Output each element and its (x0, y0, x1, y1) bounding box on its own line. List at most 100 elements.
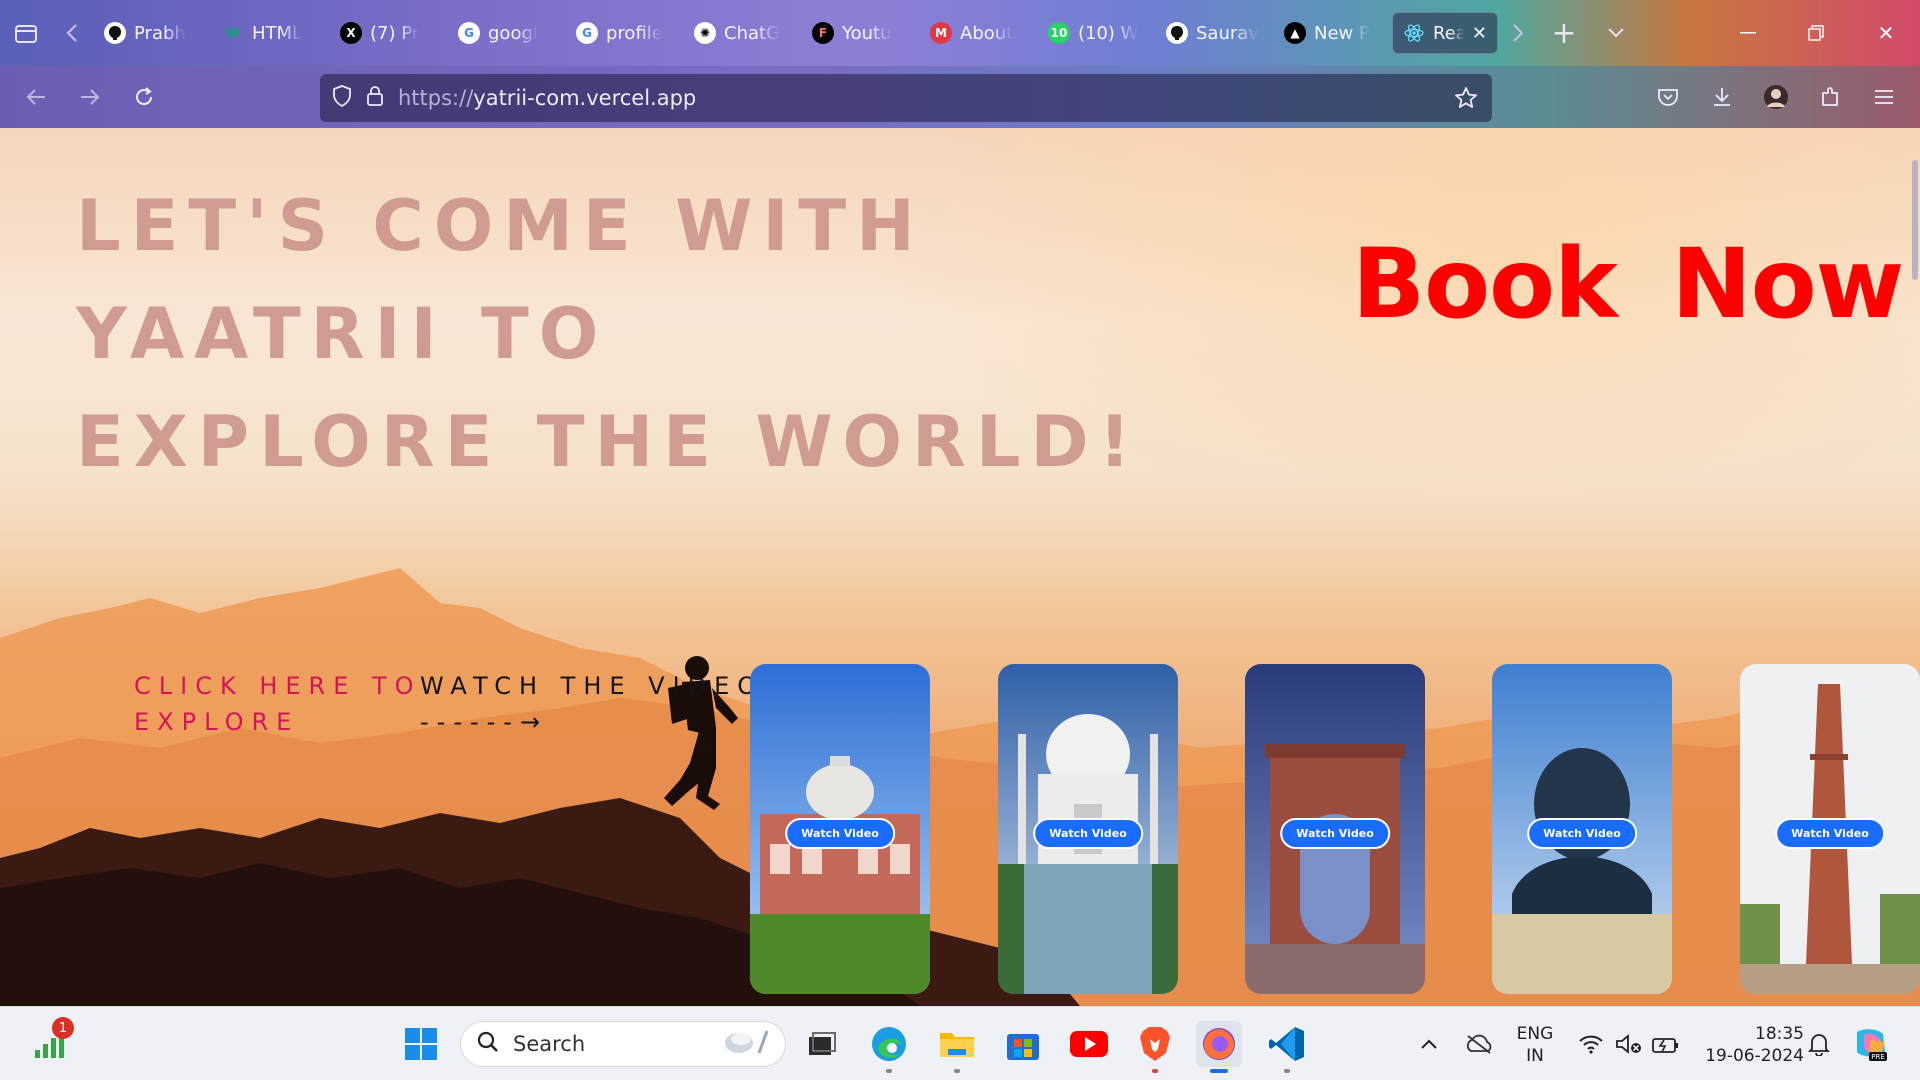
url-text[interactable]: https://yatrii-com.vercel.app (398, 86, 696, 110)
tab-label: googl (488, 22, 538, 44)
book-now-button[interactable]: Book Now (1352, 228, 1904, 340)
app-menu-icon[interactable] (1864, 77, 1904, 117)
watch-video-button[interactable]: Watch Video (785, 818, 895, 849)
copilot-icon[interactable]: PRE (1848, 1021, 1894, 1067)
tab-11[interactable]: ▲ New P (1274, 12, 1390, 54)
tab-9[interactable]: 10 (10) W (1038, 12, 1154, 54)
bookmark-star-icon[interactable] (1454, 86, 1478, 114)
react-icon (1403, 22, 1425, 44)
webpage: LET'S COME WITH YAATRII TO EXPLORE THE W… (0, 128, 1920, 1006)
search-icon (477, 1031, 499, 1058)
arrow-icon: ------→ (420, 708, 549, 736)
w3schools-icon: W (226, 26, 240, 40)
tab-label: (7) Pr (370, 22, 420, 44)
vercel-icon: ▲ (1284, 22, 1306, 44)
tab-label: (10) W (1078, 22, 1139, 44)
watch-video-button[interactable]: Watch Video (1775, 818, 1885, 849)
tracking-shield-icon[interactable] (332, 85, 352, 111)
card-adiyogi[interactable]: Watch Video (1492, 664, 1672, 994)
svg-text:PRE: PRE (1871, 1053, 1885, 1061)
tab-active[interactable]: Rea ✕ (1392, 12, 1498, 54)
google-icon: G (458, 22, 480, 44)
clock-date: 19-06-2024 (1705, 1046, 1804, 1066)
onedrive-icon[interactable] (1456, 1021, 1502, 1067)
google-icon: G (576, 22, 598, 44)
account-avatar-icon[interactable] (1756, 77, 1796, 117)
tab-8[interactable]: M About (920, 12, 1036, 54)
card-humayun-tomb[interactable]: Watch Video (750, 664, 930, 994)
firefox-icon[interactable] (1196, 1021, 1242, 1073)
page-scrollbar[interactable] (1912, 160, 1918, 280)
tab-5[interactable]: Gprofile (566, 12, 682, 54)
card-qutub-minar[interactable]: Watch Video (1740, 664, 1920, 994)
new-tab-icon[interactable]: + (1538, 0, 1590, 66)
close-window-icon[interactable]: ✕ (1852, 0, 1920, 66)
downloads-icon[interactable] (1702, 77, 1742, 117)
hero-line-3: EXPLORE THE WORLD! (76, 401, 1141, 483)
notifications-bell-icon[interactable] (1796, 1021, 1842, 1067)
network-widget-icon[interactable]: 1 (26, 1017, 74, 1067)
taskbar-search-box[interactable]: Search (460, 1021, 786, 1067)
tab-scroll-left-icon[interactable] (52, 0, 92, 66)
tab-overview-icon[interactable] (0, 0, 52, 66)
clock-time: 18:35 (1755, 1024, 1804, 1044)
click-to-explore-link[interactable]: CLICK HERE TO EXPLORE (134, 668, 424, 740)
tab-10[interactable]: Saurav (1156, 12, 1272, 54)
pocket-icon[interactable] (1648, 77, 1688, 117)
hero-line-1: LET'S COME WITH (76, 185, 925, 267)
show-hidden-icons-chevron[interactable] (1406, 1021, 1452, 1067)
figma-icon: F (812, 22, 834, 44)
card-taj-mahal[interactable]: Watch Video (998, 664, 1178, 994)
tab-scroll-right-icon[interactable] (1498, 0, 1538, 66)
watch-video-cta[interactable]: WATCH THE VIDEO ------→ (420, 668, 764, 740)
minimize-icon[interactable] (1714, 0, 1782, 66)
tab-label: About (960, 22, 1014, 44)
tab-label: Prabh (134, 22, 186, 44)
lock-icon[interactable] (366, 85, 384, 111)
extensions-icon[interactable] (1810, 77, 1850, 117)
tab-label: HTML (252, 22, 303, 44)
tab-label: ChatG (724, 22, 781, 44)
brave-icon[interactable] (1132, 1021, 1178, 1073)
clock[interactable]: 18:35 19-06-2024 (1694, 1023, 1804, 1067)
hero-title: LET'S COME WITH YAATRII TO EXPLORE THE W… (76, 172, 1141, 496)
reload-icon[interactable] (124, 77, 164, 117)
myntra-icon: M (930, 22, 952, 44)
tab-2[interactable]: W HTML (212, 12, 328, 54)
browser-tab-bar: Prabh W HTML X (7) Pr Ggoogl Gprofile ✺ ChatG F Yo… (0, 0, 1920, 66)
x-icon: X (340, 22, 362, 44)
tab-3[interactable]: X (7) Pr (330, 12, 446, 54)
watch-video-button[interactable]: Watch Video (1033, 818, 1143, 849)
search-placeholder: Search (513, 1032, 586, 1056)
vscode-icon[interactable] (1264, 1021, 1310, 1073)
forward-icon[interactable] (70, 77, 110, 117)
browser-toolbar: https://yatrii-com.vercel.app (0, 66, 1920, 128)
task-view-icon[interactable] (798, 1021, 844, 1067)
back-icon[interactable] (16, 77, 56, 117)
tab-7[interactable]: F Youtu (802, 12, 918, 54)
tab-4[interactable]: Ggoogl (448, 12, 564, 54)
tab-6[interactable]: ✺ ChatG (684, 12, 800, 54)
windows-start-icon[interactable] (398, 1021, 444, 1067)
watch-video-button[interactable]: Watch Video (1280, 818, 1390, 849)
hero-line-2: YAATRII TO (76, 293, 609, 375)
edge-icon[interactable] (866, 1021, 912, 1073)
address-bar[interactable]: https://yatrii-com.vercel.app (320, 74, 1492, 122)
file-explorer-icon[interactable] (934, 1021, 980, 1073)
card-india-gate[interactable]: Watch Video (1245, 664, 1425, 994)
battery-icon[interactable] (1642, 1021, 1688, 1067)
tab-label: New P (1314, 22, 1370, 44)
microsoft-store-icon[interactable] (1000, 1021, 1046, 1067)
notification-badge: 1 (52, 1017, 74, 1039)
windows-taskbar: 1 Search ENG IN 18:35 19-06-2024 PRE (0, 1006, 1920, 1080)
watch-video-button[interactable]: Watch Video (1527, 818, 1637, 849)
restore-icon[interactable] (1782, 0, 1850, 66)
language-indicator[interactable]: ENG IN (1510, 1023, 1560, 1067)
github-icon (104, 22, 126, 44)
language-secondary: IN (1526, 1046, 1544, 1066)
watch-video-label: WATCH THE VIDEO (420, 672, 765, 700)
list-tabs-icon[interactable] (1590, 0, 1642, 66)
tab-1[interactable]: Prabh (94, 12, 210, 54)
youtube-icon[interactable] (1066, 1021, 1112, 1067)
close-tab-icon[interactable]: ✕ (1472, 23, 1487, 44)
